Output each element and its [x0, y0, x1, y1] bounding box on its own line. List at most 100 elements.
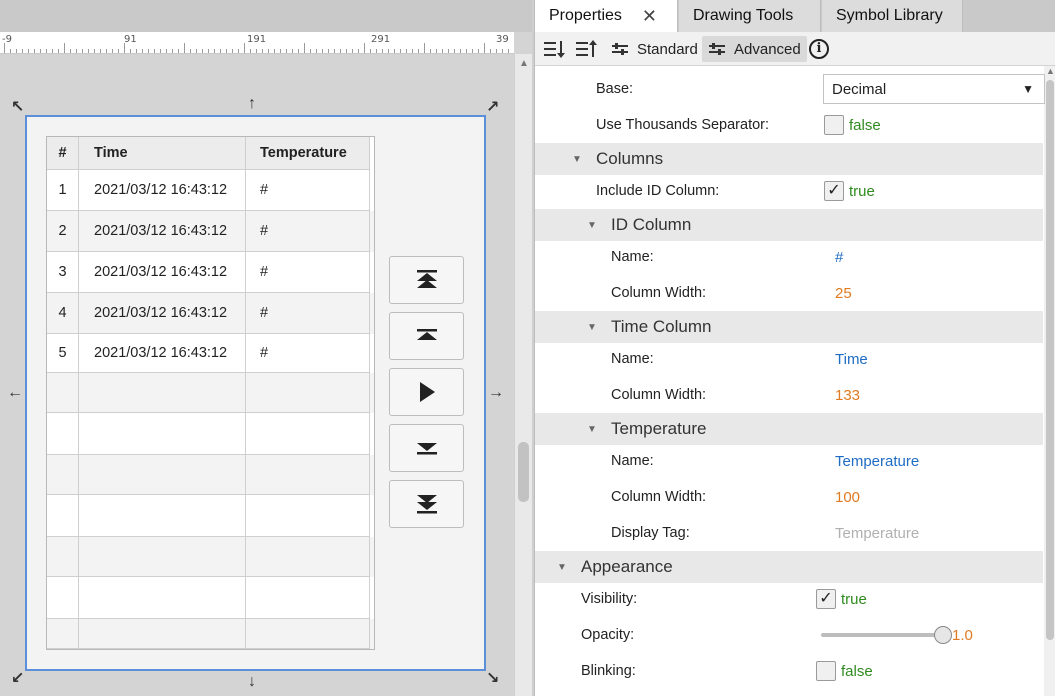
resize-handle-left-icon[interactable]: ← [7, 385, 23, 401]
info-button[interactable]: i [809, 36, 829, 62]
ruler-tick [196, 49, 197, 53]
ruler-tick [508, 49, 509, 53]
property-row-display-tag: Display Tag: Temperature [535, 515, 1043, 551]
temp-name-value[interactable]: Temperature [835, 453, 919, 470]
property-row-temp-width: Column Width: 100 [535, 479, 1043, 515]
last-page-button[interactable] [389, 480, 464, 528]
previous-page-button[interactable] [389, 312, 464, 360]
cell-time: 2021/03/12 16:43:12 [79, 252, 246, 293]
opacity-value: 1.0 [952, 626, 973, 644]
next-page-button[interactable] [389, 424, 464, 472]
table-row[interactable]: 2 2021/03/12 16:43:12 # [47, 211, 374, 252]
design-canvas[interactable]: -9 91 191 291 39 ▲ ↖ ↑ ↗ ← → ↙ ↓ ↘ # Tim… [0, 0, 532, 696]
resize-handle-top-icon[interactable]: ↑ [248, 96, 256, 112]
ruler-tick [154, 49, 155, 53]
collapse-caret-icon[interactable]: ▼ [587, 424, 597, 435]
table-row[interactable]: 3 2021/03/12 16:43:12 # [47, 252, 374, 293]
tab-properties[interactable]: Properties ✕ [535, 0, 678, 32]
collapse-caret-icon[interactable]: ▼ [587, 220, 597, 231]
ruler-tick [496, 49, 497, 53]
ruler-tick [388, 49, 389, 53]
resize-handle-bottom-icon[interactable]: ↓ [248, 674, 256, 690]
property-row-include-id: Include ID Column: ✓ true [535, 173, 1043, 209]
ruler-tick [94, 49, 95, 53]
thousands-separator-checkbox[interactable] [824, 115, 844, 135]
resize-handle-top-left-icon[interactable]: ↖ [11, 100, 24, 116]
scroll-up-icon[interactable]: ▲ [1046, 66, 1055, 76]
cell-time: 2021/03/12 16:43:12 [79, 334, 246, 373]
first-page-button[interactable] [389, 256, 464, 304]
resize-handle-bottom-right-icon[interactable]: ↘ [486, 671, 499, 687]
previous-page-icon [416, 329, 437, 340]
ruler-tick [466, 49, 467, 53]
scrollbar-thumb[interactable] [518, 442, 529, 502]
sort-categorized-button[interactable] [543, 36, 565, 62]
sort-alphabetical-button[interactable] [575, 36, 597, 62]
standard-view-label: Standard [637, 40, 698, 58]
section-appearance[interactable]: ▼ Appearance [535, 551, 1043, 583]
close-icon[interactable]: ✕ [642, 6, 657, 27]
standard-view-button[interactable]: Standard [607, 36, 702, 62]
ruler-label: 291 [371, 34, 391, 45]
thousands-separator-value: false [849, 116, 881, 134]
scrollbar-thumb[interactable] [1046, 80, 1054, 640]
section-columns[interactable]: ▼ Columns [535, 143, 1043, 175]
blinking-checkbox[interactable] [816, 661, 836, 681]
column-header-temperature[interactable]: Temperature [246, 137, 370, 170]
properties-scrollbar[interactable]: ▲ [1044, 66, 1055, 696]
tab-drawing-tools[interactable]: Drawing Tools [679, 0, 821, 32]
advanced-view-button[interactable]: Advanced [702, 36, 807, 62]
property-row-visibility: Visibility: ✓ true [535, 581, 1043, 617]
base-select[interactable]: Decimal ▼ [823, 74, 1045, 104]
canvas-vertical-scrollbar[interactable]: ▲ [514, 54, 532, 696]
id-name-value[interactable]: # [835, 249, 843, 266]
section-time-column[interactable]: ▼ Time Column [535, 311, 1043, 343]
display-tag-input[interactable]: Temperature [835, 525, 919, 542]
tab-symbol-library[interactable]: Symbol Library [822, 0, 963, 32]
empty-table-row [47, 619, 374, 649]
resize-handle-top-right-icon[interactable]: ↗ [486, 100, 499, 116]
collapse-caret-icon[interactable]: ▼ [572, 154, 582, 165]
table-row[interactable]: 4 2021/03/12 16:43:12 # [47, 293, 374, 334]
resize-handle-right-icon[interactable]: → [488, 385, 504, 401]
ruler-tick [436, 49, 437, 53]
ruler-tick [178, 49, 179, 53]
section-temperature[interactable]: ▼ Temperature [535, 413, 1043, 445]
cell-temperature: # [246, 170, 370, 211]
table-row[interactable]: 5 2021/03/12 16:43:12 # [47, 334, 374, 373]
table-row[interactable]: 1 2021/03/12 16:43:12 # [47, 170, 374, 211]
empty-table-row [47, 455, 374, 495]
opacity-slider-knob[interactable] [934, 626, 952, 644]
data-table[interactable]: # Time Temperature 1 2021/03/12 16:43:12… [46, 136, 375, 650]
opacity-slider-track[interactable] [821, 633, 943, 637]
include-id-checkbox[interactable]: ✓ [824, 181, 844, 201]
time-name-value[interactable]: Time [835, 351, 868, 368]
ruler-tick [490, 49, 491, 53]
play-button[interactable] [389, 368, 464, 416]
ruler-tick [58, 49, 59, 53]
id-width-value[interactable]: 25 [835, 285, 852, 302]
tab-drawing-tools-label: Drawing Tools [693, 7, 794, 24]
collapse-caret-icon[interactable]: ▼ [587, 322, 597, 333]
time-width-value[interactable]: 133 [835, 387, 860, 404]
collapse-caret-icon[interactable]: ▼ [557, 562, 567, 573]
ruler-tick [244, 43, 245, 53]
section-title: Time Column [611, 317, 712, 336]
chevron-down-icon: ▼ [1022, 82, 1034, 96]
property-row-temp-name: Name: Temperature [535, 443, 1043, 479]
ruler-tick [64, 43, 65, 53]
scroll-up-icon[interactable]: ▲ [519, 58, 529, 69]
temp-width-value[interactable]: 100 [835, 489, 860, 506]
column-header-time[interactable]: Time [79, 137, 246, 170]
property-label: Visibility: [581, 591, 638, 607]
property-row-opacity: Opacity: 1.0 [535, 617, 1043, 653]
ruler-tick [442, 49, 443, 53]
ruler-tick [160, 49, 161, 53]
column-header-id[interactable]: # [47, 137, 79, 170]
section-id-column[interactable]: ▼ ID Column [535, 209, 1043, 241]
canvas-header-area [0, 0, 532, 32]
visibility-checkbox[interactable]: ✓ [816, 589, 836, 609]
ruler-tick [292, 49, 293, 53]
property-row-blinking: Blinking: false [535, 653, 1043, 689]
resize-handle-bottom-left-icon[interactable]: ↙ [11, 671, 24, 687]
